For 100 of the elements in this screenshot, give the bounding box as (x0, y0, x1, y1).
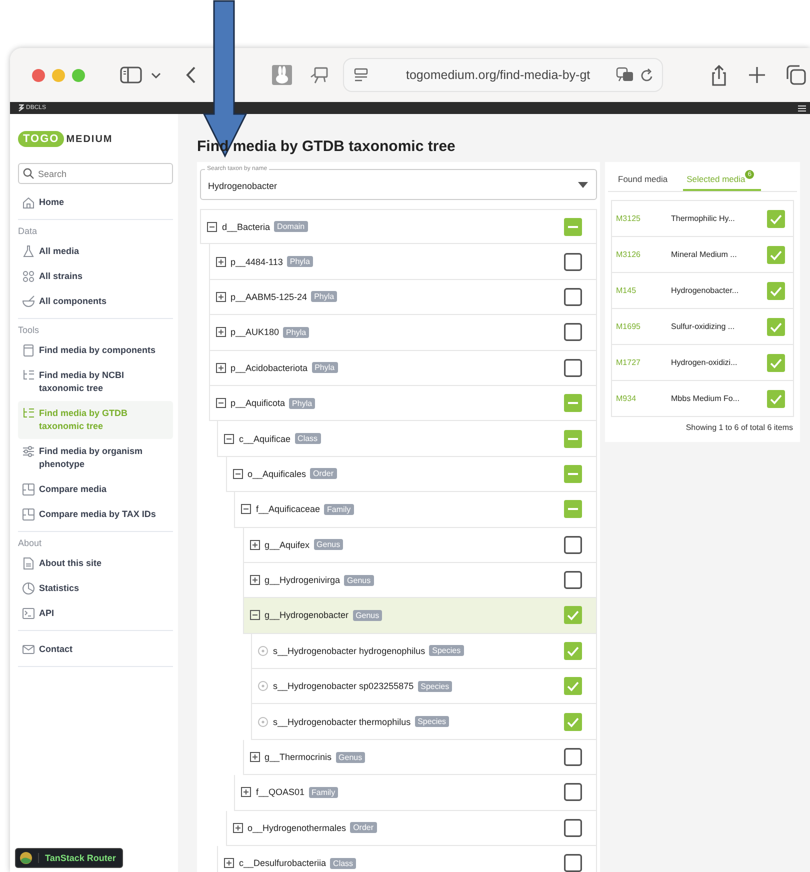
sidebar-toggle-icon[interactable] (120, 66, 142, 84)
collapse-icon[interactable] (241, 504, 251, 514)
nav-item[interactable]: Find media by components (18, 338, 173, 363)
tree-row[interactable]: f__Aquificaceae Family (234, 492, 597, 528)
nav-item[interactable]: Compare media by TAX IDs (18, 502, 173, 527)
tab[interactable]: Found media (614, 168, 675, 191)
tabs-overview-icon[interactable] (786, 65, 806, 85)
taxon-name: s__Hydrogenobacter thermophilus (273, 716, 411, 727)
expand-icon[interactable] (216, 256, 226, 267)
rabbit-extension-icon[interactable] (272, 65, 292, 85)
nav-item[interactable]: All components (18, 289, 173, 314)
nav-item[interactable]: Find media by organism phenotype (18, 439, 173, 477)
router-devtools-button[interactable]: TanStack Router (15, 848, 123, 868)
tree-row[interactable]: c__Desulfurobacteriia Class (217, 846, 597, 872)
checked-checkbox[interactable] (767, 246, 785, 264)
checked-checkbox[interactable] (564, 712, 582, 731)
checked-checkbox[interactable] (767, 210, 785, 228)
rank-tag: Phyla (283, 326, 310, 338)
tree-row[interactable]: g__Thermocrinis Genus (242, 740, 597, 776)
indeterminate-checkbox[interactable] (564, 218, 582, 236)
indeterminate-checkbox[interactable] (564, 500, 582, 518)
expand-icon[interactable] (250, 575, 260, 586)
tree-row[interactable]: s__Hydrogenobacter thermophilus Species (251, 704, 597, 740)
tree-row[interactable]: p__AUK180 Phyla (208, 315, 597, 351)
nav-item[interactable]: All media (18, 239, 173, 264)
new-tab-icon[interactable] (749, 67, 765, 83)
tree-row[interactable]: p__Aquificota Phyla (208, 386, 597, 422)
expand-icon[interactable] (232, 822, 242, 833)
expand-icon[interactable] (250, 752, 260, 762)
translate-icon[interactable] (616, 67, 634, 83)
checked-checkbox[interactable] (564, 677, 582, 696)
media-name: Mineral Medium ... (671, 250, 738, 259)
checkbox[interactable] (564, 358, 582, 377)
collapse-icon[interactable] (207, 222, 217, 232)
rank-tag: Genus (314, 539, 344, 550)
section-heading: About (18, 538, 43, 548)
tree-row[interactable]: p__Acidobacteriota Phyla (208, 350, 597, 386)
address-bar[interactable]: togomedium.org/find-media-by-gt (343, 58, 663, 92)
taxon-name: p__Acidobacteriota (230, 362, 308, 373)
menu-icon[interactable] (798, 104, 806, 112)
collapse-icon[interactable] (224, 434, 234, 444)
pie-chart-icon (22, 582, 35, 595)
dropdown-caret-icon[interactable] (578, 182, 588, 188)
tree-row[interactable]: d__Bacteria Domain (200, 209, 597, 244)
checkbox[interactable] (564, 854, 582, 872)
checked-checkbox[interactable] (767, 282, 785, 300)
expand-icon[interactable] (250, 540, 260, 550)
collapse-icon[interactable] (232, 468, 242, 479)
indeterminate-checkbox[interactable] (564, 430, 582, 448)
checkbox[interactable] (564, 288, 582, 306)
nav-item[interactable]: Statistics (18, 576, 173, 601)
reload-icon[interactable] (640, 68, 654, 82)
expand-icon[interactable] (216, 327, 226, 338)
collapse-icon[interactable] (216, 398, 226, 408)
expand-icon[interactable] (216, 292, 226, 302)
window-control-icon[interactable] (32, 68, 45, 82)
checked-checkbox[interactable] (767, 318, 785, 336)
tree-row[interactable]: g__Hydrogenivirga Genus (242, 562, 597, 598)
checked-checkbox[interactable] (767, 390, 785, 408)
tree-row[interactable]: s__Hydrogenobacter hydrogenophilus Species (251, 634, 597, 670)
indeterminate-checkbox[interactable] (564, 464, 582, 483)
chevron-down-icon[interactable] (151, 72, 161, 78)
tree-row[interactable]: f__QOAS01 Family (234, 775, 597, 811)
indeterminate-checkbox[interactable] (564, 394, 582, 412)
search-field[interactable]: Search (18, 163, 173, 184)
tree-row[interactable]: p__4484-113 Phyla (208, 244, 597, 280)
checkbox[interactable] (564, 571, 582, 590)
tree-row[interactable]: o__Aquificales Order (226, 456, 597, 492)
expand-icon[interactable] (224, 858, 234, 868)
expand-icon[interactable] (216, 362, 226, 373)
nav-item[interactable]: Contact (18, 637, 173, 662)
tree-row[interactable]: g__Aquifex Genus (242, 528, 597, 563)
checkbox[interactable] (564, 783, 582, 802)
tree-row[interactable]: p__AABM5-125-24 Phyla (208, 280, 597, 316)
collapse-icon[interactable] (250, 610, 260, 620)
page-menu-icon[interactable] (354, 68, 368, 82)
expand-icon[interactable] (241, 787, 251, 798)
nav-item[interactable]: API (18, 601, 173, 626)
nav-item[interactable]: All strains (18, 264, 173, 289)
section-heading: Data (18, 226, 38, 236)
checkbox[interactable] (564, 536, 582, 554)
nav-item[interactable]: About this site (18, 551, 173, 576)
tree-row[interactable]: o__Hydrogenothermales Order (226, 810, 597, 846)
checkbox[interactable] (564, 323, 582, 342)
checked-checkbox[interactable] (564, 606, 582, 624)
nav-item[interactable]: Compare media (18, 477, 173, 502)
checkbox[interactable] (564, 818, 582, 837)
back-icon[interactable] (186, 66, 196, 84)
tree-row[interactable]: s__Hydrogenobacter sp023255875 Species (251, 669, 597, 704)
logo-text[interactable]: MEDIUM (66, 134, 113, 144)
checkbox[interactable] (564, 252, 582, 271)
share-icon[interactable] (711, 64, 727, 86)
checked-checkbox[interactable] (564, 642, 582, 660)
checked-checkbox[interactable] (767, 354, 785, 372)
tree-row[interactable]: c__Aquificae Class (217, 421, 597, 457)
compare-icon (22, 483, 35, 496)
nav-item[interactable]: Find media by NCBI taxonomic tree (18, 363, 173, 401)
nav-item[interactable]: Home (18, 190, 173, 215)
checkbox[interactable] (564, 748, 582, 766)
tree-row[interactable]: g__Hydrogenobacter Genus (242, 598, 597, 634)
